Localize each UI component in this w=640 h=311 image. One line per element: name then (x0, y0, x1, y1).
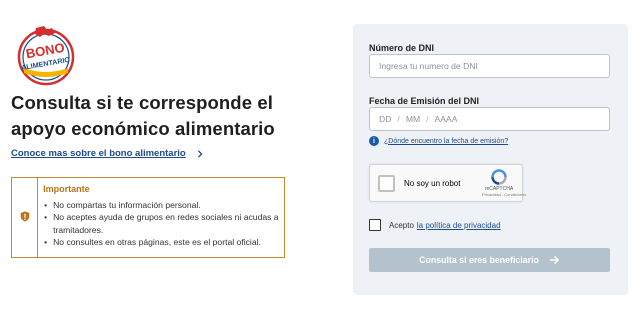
notice-icon-column (12, 178, 39, 257)
submit-button[interactable]: Consulta si eres beneficiario (369, 248, 610, 272)
notice-list: No compartas tu información personal. No… (43, 199, 284, 248)
notice-title: Importante (43, 184, 90, 194)
notice-item: No compartas tu información personal. (43, 199, 284, 212)
recaptcha-checkbox[interactable] (378, 175, 395, 192)
privacy-checkbox[interactable] (369, 219, 381, 231)
dni-label: Número de DNI (369, 43, 435, 53)
submit-label: Consulta si eres beneficiario (419, 255, 539, 265)
recaptcha-widget: No soy un robot reCAPTCHA Privacidad - C… (369, 164, 526, 202)
bono-alimentario-logo: BONO ALIMENTARIO (14, 24, 78, 86)
notice-item: No consultes en otras páginas, este es e… (43, 236, 284, 249)
arrow-right-icon (549, 255, 560, 265)
dni-input[interactable]: Ingresa tu numero de DNI (369, 54, 610, 78)
more-info-label: Conoce mas sobre el bono alimentario (11, 148, 186, 159)
recaptcha-logo-icon (491, 169, 507, 185)
consulta-form-panel: Número de DNI Ingresa tu numero de DNI F… (353, 24, 628, 295)
page-title-line1: Consulta si te corresponde el (11, 92, 273, 113)
date-month-placeholder: MM (405, 114, 421, 124)
chevron-right-icon (195, 149, 205, 159)
date-separator: / (397, 114, 400, 124)
recaptcha-terms-link[interactable]: Privacidad - Condiciones (482, 192, 526, 197)
page-title-line2: apoyo económico alimentario (11, 118, 275, 139)
privacy-text: Acepto (389, 220, 414, 230)
more-info-link[interactable]: Conoce mas sobre el bono alimentario (11, 148, 205, 159)
recaptcha-label: No soy un robot (404, 179, 461, 188)
dni-placeholder: Ingresa tu numero de DNI (379, 61, 478, 71)
page-title: Consulta si te corresponde el apoyo econ… (11, 90, 311, 142)
logo-emblem-icon: BONO ALIMENTARIO (17, 26, 75, 86)
info-icon: i (369, 136, 379, 146)
date-day-placeholder: DD (379, 114, 392, 124)
privacy-consent: Acepto la política de privacidad (369, 219, 501, 231)
issue-date-help-link[interactable]: i ¿Dónde encuentro la fecha de emisión? (369, 136, 508, 146)
issue-date-help-label: ¿Dónde encuentro la fecha de emisión? (384, 137, 509, 145)
date-separator: / (426, 114, 429, 124)
privacy-policy-link[interactable]: la política de privacidad (417, 221, 501, 230)
notice-item: No aceptes ayuda de grupos en redes soci… (43, 211, 284, 236)
important-notice: Importante No compartas tu información p… (11, 177, 285, 258)
issue-date-label: Fecha de Emisión del DNI (369, 96, 480, 106)
issue-date-input[interactable]: DD / MM / AAAA (369, 107, 610, 131)
shield-alert-icon (20, 209, 30, 227)
date-year-placeholder: AAAA (434, 114, 458, 124)
